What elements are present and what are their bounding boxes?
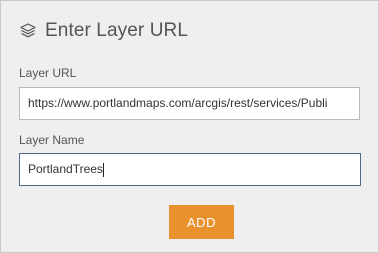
enter-layer-url-panel: Enter Layer URL Layer URL https://www.po…: [0, 0, 379, 253]
panel-title: Enter Layer URL: [45, 20, 189, 41]
layer-url-input[interactable]: https://www.portlandmaps.com/arcgis/rest…: [19, 87, 360, 120]
layers-icon: [19, 22, 37, 40]
add-button[interactable]: ADD: [169, 205, 234, 239]
layer-url-label: Layer URL: [19, 66, 77, 80]
layer-url-value: https://www.portlandmaps.com/arcgis/rest…: [28, 96, 328, 110]
layer-name-value: PortlandTrees: [28, 162, 103, 176]
layer-name-label: Layer Name: [19, 133, 85, 147]
text-caret: [102, 162, 104, 177]
panel-header: Enter Layer URL: [19, 18, 188, 44]
layer-name-input[interactable]: PortlandTrees: [19, 153, 361, 186]
